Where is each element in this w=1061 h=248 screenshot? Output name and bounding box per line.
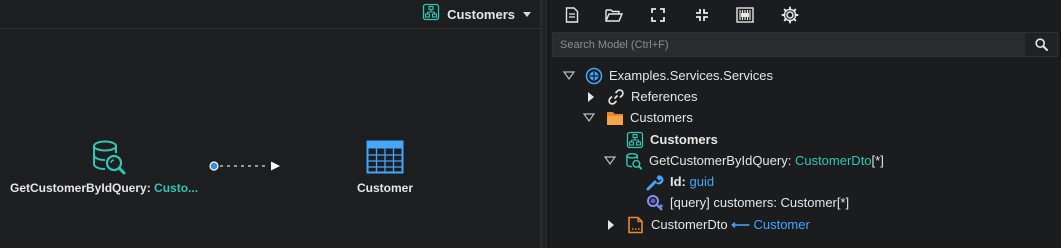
association-connector[interactable] bbox=[209, 159, 283, 178]
tree-item-query[interactable]: GetCustomerByIdQuery: CustomerDto [*] bbox=[604, 150, 884, 171]
search-input[interactable] bbox=[553, 33, 1023, 56]
diagram-icon bbox=[626, 131, 644, 149]
tree-item-customer-dto-name: CustomerDto bbox=[651, 217, 728, 232]
link-icon bbox=[607, 88, 625, 106]
collapse-arrow-icon bbox=[583, 112, 595, 122]
tree-item-query-name: GetCustomerByIdQuery: bbox=[649, 153, 792, 168]
folder-icon bbox=[606, 109, 624, 127]
tree-item-id-name: Id: bbox=[670, 174, 686, 189]
model-pane: Examples.Services.Services References Cu… bbox=[549, 0, 1061, 248]
collapse-all-button[interactable] bbox=[691, 4, 713, 26]
mapping-arrow-icon: ⟵ bbox=[731, 216, 750, 232]
gear-icon bbox=[781, 6, 799, 24]
open-folder-button[interactable] bbox=[603, 4, 625, 26]
tree-item-root-label: Examples.Services.Services bbox=[609, 68, 773, 83]
tree-item-references[interactable]: References bbox=[586, 86, 697, 107]
tree-item-customers-folder-label: Customers bbox=[630, 110, 693, 125]
collapse-arrow-icon bbox=[604, 155, 616, 165]
settings-button[interactable] bbox=[779, 4, 801, 26]
collapse-arrow-icon bbox=[563, 70, 575, 80]
package-icon bbox=[585, 67, 603, 85]
tree-item-customers-folder[interactable]: Customers bbox=[583, 107, 693, 128]
barcode-button[interactable] bbox=[734, 4, 756, 26]
diagram-selector-label: Customers bbox=[447, 6, 515, 22]
expand-arrow-icon bbox=[588, 91, 594, 102]
query-icon bbox=[90, 138, 128, 181]
expand-all-button[interactable] bbox=[647, 4, 669, 26]
tree-item-query-type: CustomerDto bbox=[794, 153, 872, 168]
tree-item-query-suffix: [*] bbox=[871, 153, 884, 168]
search-model-box bbox=[552, 32, 1058, 57]
file-icon bbox=[565, 7, 579, 23]
query-icon bbox=[625, 152, 643, 170]
wrench-icon bbox=[646, 173, 664, 191]
chevron-down-icon bbox=[523, 11, 531, 17]
barcode-icon bbox=[736, 7, 754, 23]
model-toolbar bbox=[549, 0, 1061, 30]
pane-splitter[interactable] bbox=[540, 0, 549, 248]
tree-item-customers-diagram-label: Customers bbox=[650, 132, 718, 147]
tree-item-customer-dto-mapped: Customer bbox=[753, 217, 810, 232]
search-icon bbox=[1034, 38, 1048, 51]
tree-item-customers-diagram[interactable]: Customers bbox=[626, 129, 718, 150]
diagram-node-query-label: GetCustomerByIdQuery: Custo... bbox=[10, 181, 206, 195]
dto-icon bbox=[627, 216, 645, 234]
query-parameter-icon bbox=[646, 194, 664, 212]
query-node-name: GetCustomerByIdQuery: bbox=[10, 181, 151, 195]
tree-item-id-parameter[interactable]: Id: guid bbox=[646, 171, 714, 192]
diagram-icon bbox=[422, 3, 440, 26]
diagram-node-customer-label: Customer bbox=[356, 181, 413, 195]
diagram-canvas[interactable]: Customers GetCustomerByIdQuery: Custo... bbox=[0, 0, 540, 248]
expand-icon bbox=[651, 8, 665, 22]
new-file-button[interactable] bbox=[561, 4, 583, 26]
diagram-selector[interactable]: Customers bbox=[422, 3, 531, 25]
tree-item-root[interactable]: Examples.Services.Services bbox=[563, 65, 773, 86]
tree-item-query-parameter[interactable]: [query] customers: Customer[*] bbox=[646, 192, 849, 213]
tree-item-id-type: guid bbox=[689, 174, 715, 189]
query-node-type: Custo... bbox=[154, 181, 199, 195]
folder-open-icon bbox=[605, 9, 623, 22]
tree-item-references-label: References bbox=[631, 89, 698, 104]
tree-item-customer-dto[interactable]: CustomerDto ⟵ Customer bbox=[606, 214, 810, 235]
collapse-icon bbox=[696, 9, 708, 21]
tree-item-query-parameter-label: [query] customers: Customer[*] bbox=[670, 195, 850, 210]
search-button[interactable] bbox=[1025, 33, 1057, 56]
class-table-icon bbox=[366, 140, 404, 179]
expand-arrow-icon bbox=[608, 219, 614, 230]
diagram-header: Customers bbox=[0, 0, 540, 29]
